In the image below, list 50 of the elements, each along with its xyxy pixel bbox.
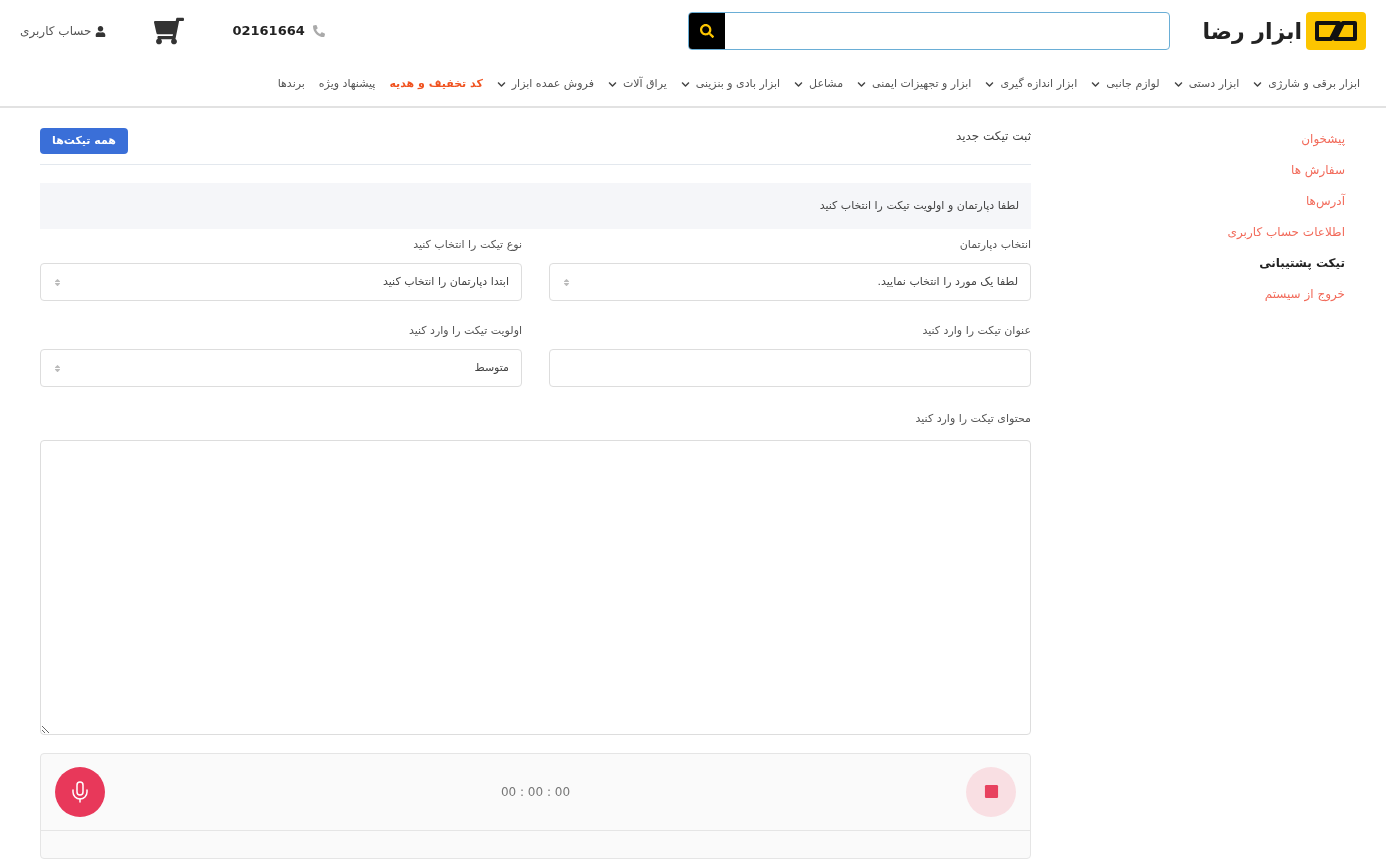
chevron-down-icon xyxy=(985,79,995,89)
site-logo[interactable]: ابزار رضا xyxy=(1202,12,1366,50)
chevron-down-icon xyxy=(496,79,506,89)
field-label: انتخاب دپارتمان xyxy=(958,237,1031,251)
microphone-button[interactable] xyxy=(55,766,105,817)
cart-icon[interactable] xyxy=(154,16,185,46)
field-label: محتوای تیکت را وارد کنید xyxy=(914,411,1031,427)
nav-item[interactable]: فروش عمده ابزار xyxy=(496,75,594,93)
chevron-down-icon xyxy=(1253,79,1263,89)
nav-item[interactable]: برندها xyxy=(277,75,305,93)
nav-item[interactable]: مشاعل xyxy=(794,75,844,93)
sort-arrows-icon xyxy=(562,277,571,287)
search-field[interactable] xyxy=(688,12,1171,50)
stop-button[interactable] xyxy=(966,766,1016,817)
chevron-down-icon xyxy=(680,79,690,89)
sidebar-item[interactable]: تیکت پشتیبانی xyxy=(1031,254,1345,272)
recording-timer: 00 : 00 : 00 xyxy=(500,783,571,801)
logo-icon xyxy=(1306,12,1366,50)
nav-item[interactable]: ابزار بادی و بنزینی xyxy=(680,75,781,93)
nav-item[interactable]: ابزار و تجهیزات ایمنی xyxy=(857,75,972,93)
nav-item[interactable]: لوازم جانبی xyxy=(1091,75,1160,93)
select-field[interactable]: متوسط xyxy=(40,349,522,387)
sort-arrows-icon xyxy=(53,277,62,287)
nav-item[interactable]: ابزار دستی xyxy=(1173,75,1240,93)
chevron-down-icon xyxy=(607,79,617,89)
input-field[interactable] xyxy=(549,349,1031,387)
select-field[interactable]: لطفا یک مورد را انتخاب نمایید. xyxy=(549,263,1031,301)
notice-banner: لطفا دپارتمان و اولویت تیکت را انتخاب کنید xyxy=(40,183,1031,229)
field-label: نوع تیکت را انتخاب کنید xyxy=(412,237,522,251)
chevron-down-icon xyxy=(1173,79,1183,89)
nav-item[interactable]: کد تخفیف و هدیه xyxy=(389,75,483,93)
all-tickets-button[interactable]: همه تیکت‌ها xyxy=(40,128,128,154)
search-icon[interactable] xyxy=(689,13,726,49)
field-label: عنوان تیکت را وارد کنید xyxy=(921,323,1031,337)
nav-item[interactable]: پیشنهاد ویژه xyxy=(318,75,376,93)
field-label: اولویت تیکت را وارد کنید xyxy=(407,323,522,337)
select-field[interactable]: ابتدا دپارتمان را انتخاب کنید xyxy=(40,263,522,301)
account-link[interactable]: حساب کاربری xyxy=(20,22,107,40)
nav-item[interactable]: یراق آلات xyxy=(607,75,667,93)
stop-icon xyxy=(983,784,999,799)
chevron-down-icon xyxy=(794,79,804,89)
chevron-down-icon xyxy=(1091,79,1101,89)
phone-number: 02161664 xyxy=(232,22,305,41)
phone-icon xyxy=(312,25,325,37)
nav-item[interactable]: ابزار برقی و شارژی xyxy=(1253,75,1360,93)
user-icon xyxy=(95,25,107,37)
chevron-down-icon xyxy=(857,79,867,89)
form-title: ثبت تیکت جدید xyxy=(955,128,1031,145)
sort-arrows-icon xyxy=(53,363,62,373)
nav-item[interactable]: ابزار اندازه گیری xyxy=(985,75,1078,93)
